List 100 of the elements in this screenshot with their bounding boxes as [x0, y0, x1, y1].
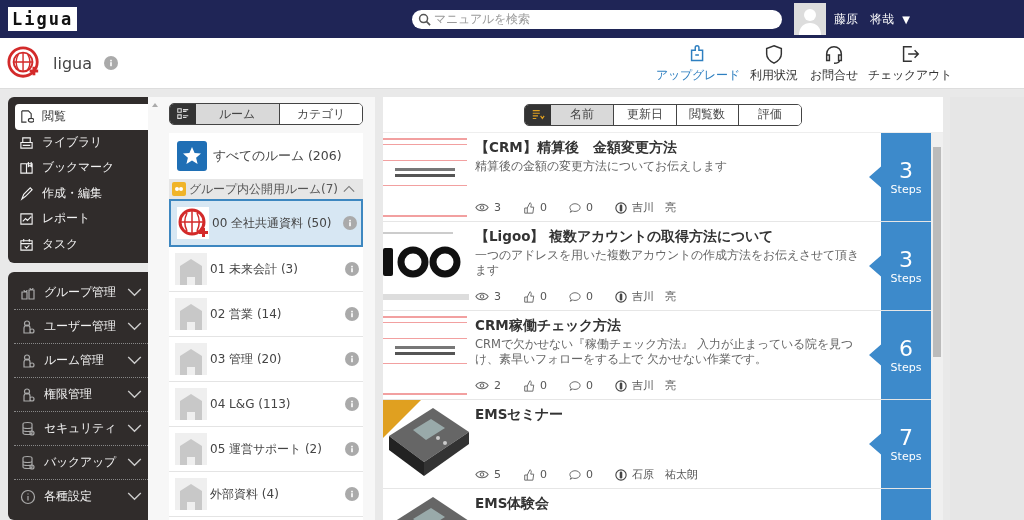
room-item[interactable]: 外部資料 (4): [169, 472, 363, 517]
house-icon: [175, 253, 207, 285]
like-count: 0: [540, 290, 547, 303]
info-icon: [20, 488, 36, 505]
steps-badge: 3 Steps: [869, 133, 931, 221]
person-gear-icon: [20, 386, 36, 403]
comment-icon: [569, 290, 581, 303]
like-count: 0: [540, 201, 547, 214]
room-item[interactable]: 00 全社共通資料 (50): [169, 199, 363, 247]
thumbs-up-icon: [523, 379, 535, 392]
manual-description: 一つのアドレスを用いた複数アカウントの作成方法をお伝えさせて頂きます: [475, 248, 860, 278]
sort-tab[interactable]: 名前: [551, 104, 613, 125]
list-view-icon[interactable]: [170, 104, 196, 124]
person-icon: [615, 379, 627, 392]
room-item[interactable]: 03 管理 (20): [169, 337, 363, 382]
manual-card[interactable]: EMS体験会: [383, 489, 931, 520]
info-icon[interactable]: [345, 352, 359, 366]
sidebar-item[interactable]: タスク: [15, 231, 148, 257]
toolbar-button[interactable]: アップグレード: [654, 43, 742, 83]
scrollbar[interactable]: [931, 133, 943, 520]
toolbar-button[interactable]: お問合せ: [806, 43, 862, 83]
manual-card[interactable]: 【CRM】精算後 金額変更方法 精算後の金額の変更方法についてお伝えします 3 0 0 吉川 亮 3 Steps: [383, 133, 931, 222]
manual-card[interactable]: 【Ligoo】 複数アカウントの取得方法について 一つのアドレスを用いた複数アカウントの作成方法をお伝えさせて頂きます 3 0 0 吉川 亮 3 Steps: [383, 222, 931, 311]
author-name: 吉川 亮: [632, 378, 676, 393]
sort-icon[interactable]: [525, 104, 551, 125]
like-count: 0: [540, 379, 547, 392]
database-icon: [20, 420, 36, 437]
person-icon: [615, 290, 627, 303]
search-field[interactable]: マニュアルを検索: [412, 9, 783, 29]
toolbar-button[interactable]: 利用状況: [746, 43, 802, 83]
eye-icon: [475, 470, 489, 479]
group-icon: [172, 182, 186, 196]
comment-count: 0: [586, 201, 593, 214]
manual-card[interactable]: CRM稼働チェック方法 CRMで欠かせない『稼働チェック方法』 入力が止まっている院を見つけ、素早いフォローをする上で 欠かせない作業です。 2 0 0 吉川 亮 6 Steps: [383, 311, 931, 400]
tab[interactable]: カテゴリ: [278, 104, 362, 124]
database-icon: [20, 454, 36, 471]
room-item[interactable]: すべてのルーム (206): [169, 133, 363, 179]
comment-count: 0: [586, 468, 593, 481]
tab[interactable]: ルーム: [196, 104, 279, 124]
manual-description: 精算後の金額の変更方法についてお伝えします: [475, 159, 728, 174]
comment-count: 0: [586, 290, 593, 303]
thumbs-up-icon: [523, 468, 535, 481]
manual-title[interactable]: EMS体験会: [475, 493, 869, 513]
info-icon[interactable]: [345, 262, 359, 276]
comment-icon: [569, 201, 581, 214]
manual-title[interactable]: CRM稼働チェック方法: [475, 315, 869, 335]
logo[interactable]: Ligua: [8, 7, 78, 31]
view-count: 3: [494, 290, 501, 303]
author-name: 吉川 亮: [632, 200, 676, 215]
sidebar-item[interactable]: ライブラリ: [15, 129, 148, 155]
comment-icon: [569, 379, 581, 392]
chevron-icon: [127, 458, 142, 467]
house-icon: [175, 433, 207, 465]
info-icon[interactable]: [104, 56, 118, 70]
sidebar-item[interactable]: 作成・編集: [15, 180, 148, 206]
thumbs-up-icon: [523, 290, 535, 303]
pen-icon: [19, 185, 34, 201]
person-icon: [615, 201, 627, 214]
sidebar-item[interactable]: 閲覧: [15, 104, 148, 130]
info-icon[interactable]: [345, 397, 359, 411]
eye-icon: [475, 203, 489, 212]
shield-icon: [763, 43, 785, 65]
person-gear-icon: [20, 318, 36, 335]
manual-title[interactable]: EMSセミナー: [475, 404, 869, 424]
sidebar-item[interactable]: レポート: [15, 206, 148, 232]
sidebar-item[interactable]: ブックマーク: [15, 155, 148, 181]
chevron-icon: [127, 322, 142, 331]
room-item[interactable]: 01 未来会計 (3): [169, 247, 363, 292]
group-label: グループ内公開用ルーム(7): [189, 180, 338, 198]
sort-tab[interactable]: 評価: [738, 104, 801, 125]
user-name[interactable]: 藤原 将哉: [834, 10, 895, 28]
steps-badge: 7 Steps: [869, 400, 931, 488]
author-name: 石原 祐太朗: [632, 467, 698, 482]
caret-icon[interactable]: ▼: [902, 13, 910, 25]
manual-title[interactable]: 【CRM】精算後 金額変更方法: [475, 137, 869, 157]
info-icon[interactable]: [345, 307, 359, 321]
chart-icon: [19, 211, 34, 227]
like-count: 0: [540, 468, 547, 481]
info-icon[interactable]: [345, 442, 359, 456]
comment-icon: [569, 468, 581, 481]
room-item[interactable]: 05 運営サポート (2): [169, 427, 363, 472]
avatar-icon[interactable]: [794, 3, 827, 35]
chevron-icon[interactable]: [343, 185, 355, 193]
info-icon[interactable]: [345, 487, 359, 501]
room-item[interactable]: 04 L&G (113): [169, 382, 363, 427]
room-item[interactable]: 02 営業 (14): [169, 292, 363, 337]
manual-description: CRMで欠かせない『稼働チェック方法』 入力が止まっている院を見つけ、素早いフォローをする上で 欠かせない作業です。: [475, 337, 854, 367]
thumbs-up-icon: [523, 201, 535, 214]
manual-title[interactable]: 【Ligoo】 複数アカウントの取得方法について: [475, 226, 869, 246]
chevron-icon: [127, 356, 142, 365]
view-count: 5: [494, 468, 501, 481]
steps-badge: 6 Steps: [869, 311, 931, 399]
house-icon: [175, 343, 207, 375]
info-icon[interactable]: [343, 216, 357, 230]
scroll-up-icon[interactable]: [152, 103, 158, 107]
document-icon: [19, 109, 34, 125]
toolbar-button[interactable]: チェックアウト: [866, 43, 954, 83]
view-count: 2: [494, 379, 501, 392]
sidebar-item[interactable]: 各種設定: [14, 480, 148, 513]
headset-icon: [823, 43, 845, 65]
